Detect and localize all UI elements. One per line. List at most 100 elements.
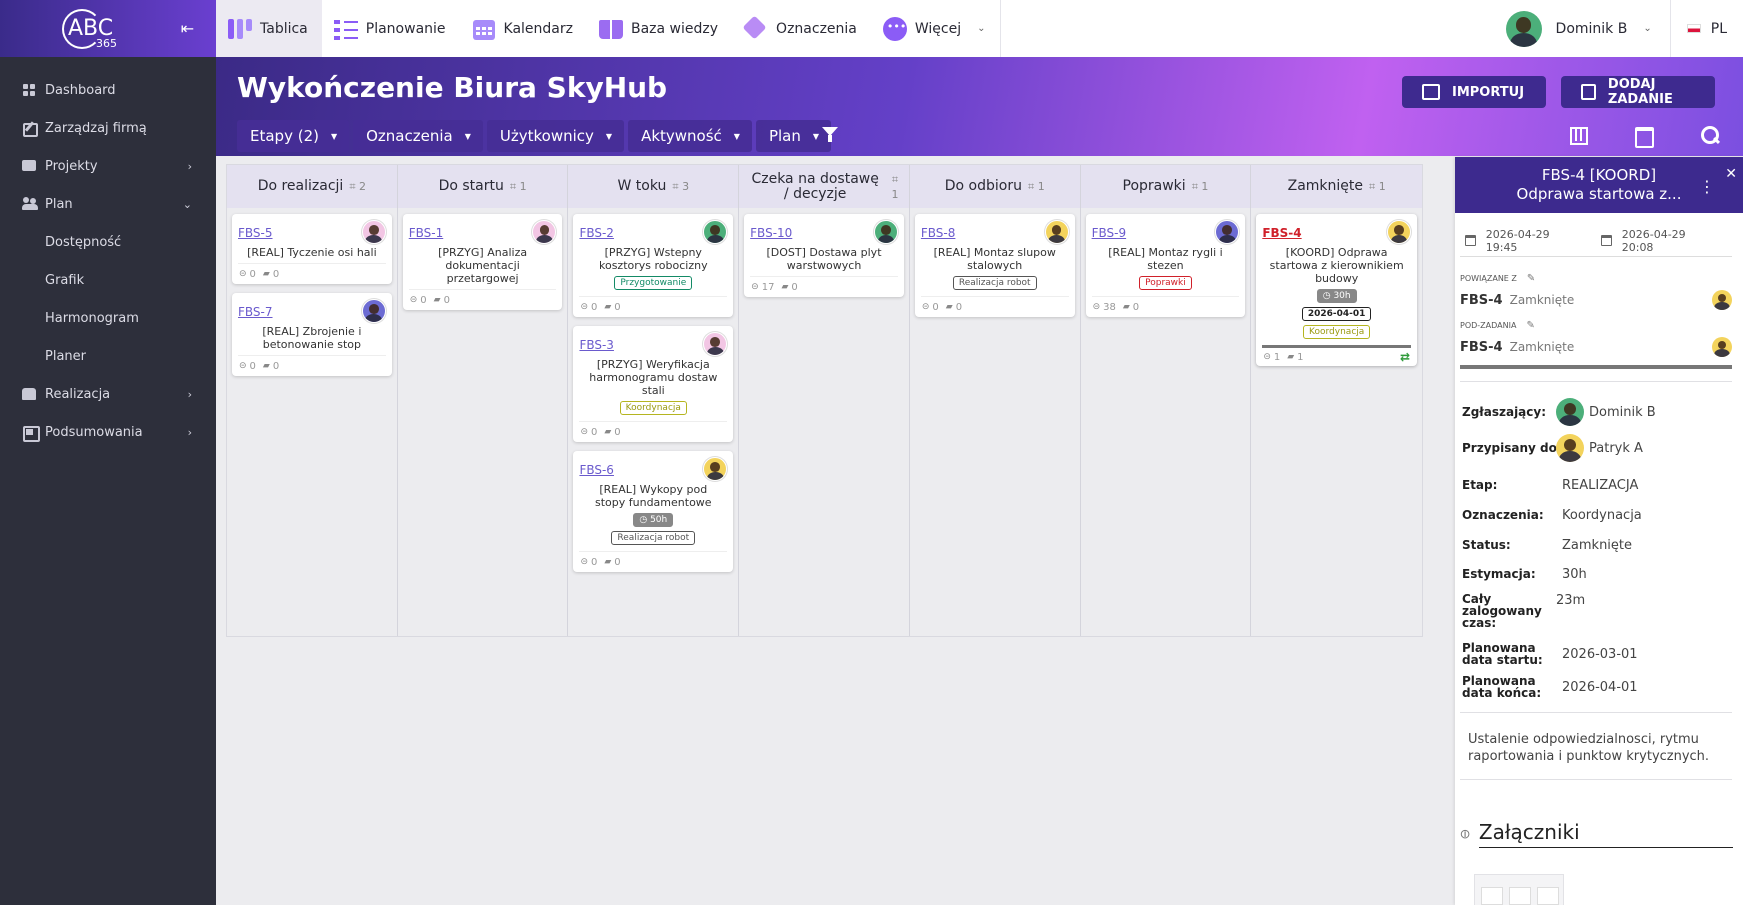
avatar[interactable] <box>703 332 728 356</box>
card-header: FBS-10 <box>750 220 898 244</box>
column-count: ⌗ 1 <box>1191 180 1209 193</box>
subtask-id: FBS-4 <box>1460 339 1503 355</box>
tab-knowledge-base[interactable]: Baza wiedzy <box>587 0 732 57</box>
import-button[interactable]: IMPORTUJ <box>1402 76 1546 108</box>
comment-count: 0 <box>1132 301 1140 313</box>
task-card[interactable]: FBS-5 [REAL] Tyczenie osi hali ⊝ 0 ▰ 0 <box>232 214 392 284</box>
clear-filters-icon[interactable] <box>822 126 840 144</box>
filter-stages[interactable]: Etapy (2) ▼ <box>237 120 350 152</box>
sidebar-item-plan[interactable]: Plan ⌄ <box>0 185 216 223</box>
task-card[interactable]: FBS-3 [PRZYG] Weryfikacja harmonogramu do… <box>573 326 734 442</box>
task-id-link[interactable]: FBS-6 <box>579 463 614 477</box>
sidebar-collapse-icon[interactable]: ⇤ <box>181 19 194 38</box>
filter-label: Etapy (2) <box>250 127 319 145</box>
field-value[interactable]: Patryk A <box>1556 434 1643 462</box>
column-header[interactable]: Poprawki ⌗ 1 <box>1080 165 1251 208</box>
related-task[interactable]: FBS-4 Zamknięte <box>1460 288 1732 312</box>
task-id-link[interactable]: FBS-7 <box>238 305 273 319</box>
task-card[interactable]: FBS-2 [PRZYG] Wstepny kosztorys robocizny… <box>573 214 734 317</box>
task-description[interactable]: Ustalenie odpowiedzialnosci, rytmu rapor… <box>1468 731 1732 765</box>
task-card[interactable]: FBS-10 [DOST] Dostawa plyt warstwowych ⊝ 17… <box>744 214 904 297</box>
avatar[interactable] <box>532 220 557 244</box>
filter-activity[interactable]: Aktywność ▼ <box>628 120 752 152</box>
column-header[interactable]: Do realizacji ⌗ 2 <box>227 165 397 208</box>
kebab-menu-icon[interactable]: ⋮ <box>1699 177 1715 196</box>
task-id-link[interactable]: FBS-5 <box>238 226 273 240</box>
sidebar-subitem-planner[interactable]: Planer <box>0 337 216 375</box>
task-card[interactable]: FBS-8 [REAL] Montaz slupow stalowych Reali… <box>914 214 1075 317</box>
tab-tags[interactable]: Oznaczenia <box>732 0 871 57</box>
task-id-link[interactable]: FBS-8 <box>921 226 956 240</box>
app-logo[interactable]: ABC 365 <box>58 8 120 50</box>
task-id-link[interactable]: FBS-2 <box>579 226 614 240</box>
attachment-thumbnail[interactable] <box>1474 874 1564 905</box>
sidebar-item-label: Grafik <box>45 272 85 288</box>
avatar[interactable] <box>361 220 386 244</box>
field-label: Estymacja: <box>1462 567 1536 581</box>
filter-users[interactable]: Użytkownicy ▼ <box>486 120 625 152</box>
task-card[interactable]: FBS-6 [REAL] Wykopy pod stopy fundamentow… <box>573 451 734 572</box>
assignee-name: Patryk A <box>1589 440 1643 456</box>
field-logged-time: Cały zalogowany czas: 23m <box>1462 593 1732 633</box>
tab-more[interactable]: Więcej ⌄ <box>871 0 1000 57</box>
sidebar-item-dashboard[interactable]: Dashboard <box>0 71 216 109</box>
estimate-value[interactable]: 30h <box>1562 567 1587 582</box>
column-header[interactable]: Czeka na dostawę / decyzje ⌗ 1 <box>739 165 909 208</box>
sidebar-item-projects[interactable]: Projekty › <box>0 147 216 185</box>
column-header[interactable]: Do odbioru ⌗ 1 <box>909 165 1080 208</box>
filter-plan[interactable]: Plan ▼ <box>755 120 832 152</box>
filter-tags[interactable]: Oznaczenia ▼ <box>353 120 483 152</box>
pencil-icon[interactable]: ✎ <box>1526 320 1534 331</box>
task-badge: ◷ 50h <box>633 513 674 527</box>
task-card[interactable]: FBS-4 [KOORD] Odprawa startowa z kierowni… <box>1256 214 1418 366</box>
planned-end-value[interactable]: 2026-04-01 <box>1562 680 1638 695</box>
avatar[interactable] <box>703 220 728 244</box>
grid-view-icon[interactable] <box>1568 125 1588 145</box>
column-header[interactable]: W toku ⌗ 3 <box>568 165 739 208</box>
avatar[interactable] <box>1215 220 1240 244</box>
sidebar-item-company[interactable]: Zarządzaj firmą <box>0 109 216 147</box>
filter-label: Aktywność <box>641 127 722 145</box>
sidebar-subitem-timeline[interactable]: Harmonogram <box>0 299 216 337</box>
tab-board[interactable]: Tablica <box>216 0 322 57</box>
add-task-button[interactable]: DODAJ ZADANIE <box>1561 76 1715 108</box>
sidebar-item-execution[interactable]: Realizacja › <box>0 375 216 413</box>
tab-planning[interactable]: Planowanie <box>322 0 460 57</box>
task-card[interactable]: FBS-7 [REAL] Zbrojenie i betonowanie stop… <box>232 293 392 376</box>
calendar-view-icon[interactable] <box>1633 125 1654 148</box>
task-id-link[interactable]: FBS-9 <box>1092 226 1127 240</box>
task-id-link[interactable]: FBS-3 <box>579 338 614 352</box>
users-icon <box>22 197 38 211</box>
sync-icon[interactable]: ⇄ <box>1400 350 1410 364</box>
planned-start-value[interactable]: 2026-03-01 <box>1562 647 1638 662</box>
sidebar-item-label: Projekty <box>45 158 98 174</box>
field-value[interactable]: Dominik B <box>1556 398 1656 426</box>
search-icon[interactable] <box>1700 125 1720 145</box>
task-id-link[interactable]: FBS-10 <box>750 226 792 240</box>
avatar[interactable] <box>873 220 898 244</box>
filter-label: Użytkownicy <box>499 127 594 145</box>
column-header[interactable]: Do startu ⌗ 1 <box>397 165 568 208</box>
subtask[interactable]: FBS-4 Zamknięte <box>1460 335 1732 359</box>
sidebar-subitem-availability[interactable]: Dostępność <box>0 223 216 261</box>
language-selector[interactable]: PL <box>1669 0 1743 57</box>
sidebar-subitem-schedule[interactable]: Grafik <box>0 261 216 299</box>
close-icon[interactable]: ✕ <box>1725 165 1737 184</box>
status-value[interactable]: Zamknięte <box>1562 538 1632 553</box>
stage-value[interactable]: REALIZACJA <box>1562 478 1638 493</box>
column-header[interactable]: Zamknięte ⌗ 1 <box>1251 165 1423 208</box>
task-card[interactable]: FBS-1 [PRZYG] Analiza dokumentacji przeta… <box>402 214 563 310</box>
user-menu[interactable]: Dominik B ⌄ <box>1496 0 1670 57</box>
avatar[interactable] <box>361 299 386 323</box>
task-id-link[interactable]: FBS-1 <box>409 226 444 240</box>
pencil-icon[interactable]: ✎ <box>1527 273 1535 284</box>
tab-calendar[interactable]: Kalendarz <box>460 0 587 57</box>
avatar[interactable] <box>703 457 728 481</box>
link-icon: ⊝ <box>239 361 247 371</box>
sidebar-item-summaries[interactable]: Podsumowania › <box>0 413 216 451</box>
task-id-link[interactable]: FBS-4 <box>1262 226 1301 240</box>
task-card[interactable]: FBS-9 [REAL] Montaz rygli i stezen Poprawk… <box>1085 214 1246 317</box>
avatar[interactable] <box>1387 220 1412 244</box>
avatar[interactable] <box>1044 220 1069 244</box>
tags-value[interactable]: Koordynacja <box>1562 508 1642 523</box>
